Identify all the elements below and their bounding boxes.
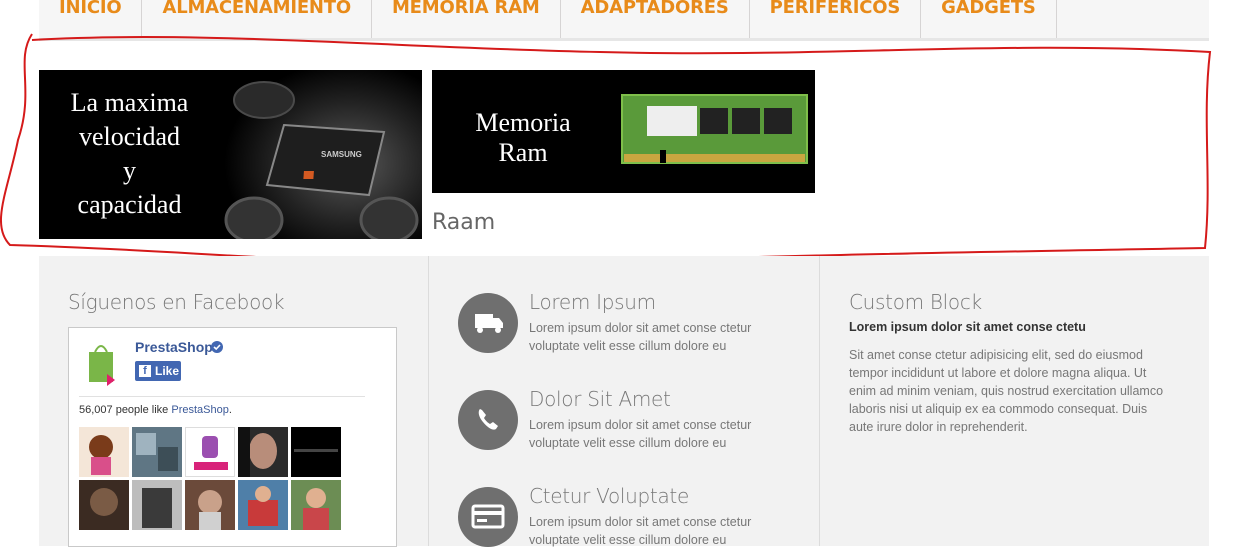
like-label: Like (155, 364, 180, 378)
fan-avatar[interactable] (79, 480, 129, 530)
fan-avatar[interactable] (185, 427, 235, 477)
nav-item-perifericos[interactable]: PERIFERICOS (750, 0, 922, 38)
ram-banner[interactable]: Memoria Ram (432, 70, 815, 193)
nav-label: INICIO (59, 0, 122, 18)
ssd-banner[interactable]: SAMSUNG La maxima velocidad y capacidad (39, 70, 422, 239)
ssd-brand-label: SAMSUNG (321, 150, 362, 159)
fan-avatar[interactable] (291, 480, 341, 530)
fan-avatar[interactable] (185, 480, 235, 530)
verified-badge-icon (211, 341, 223, 353)
column-divider (428, 256, 429, 546)
banner-line: La maxima (70, 88, 189, 117)
banner-line: Memoria (475, 108, 571, 137)
nav-label: PERIFERICOS (769, 0, 901, 18)
fan-avatar[interactable] (132, 427, 182, 477)
banner-line: velocidad (78, 122, 181, 151)
nav-item-adaptadores[interactable]: ADAPTADORES (561, 0, 750, 38)
nav-item-almacenamiento[interactable]: ALMACENAMIENTO (142, 0, 372, 38)
feature-title: Dolor Sit Amet (529, 387, 671, 411)
nav-item-gadgets[interactable]: GADGETS (921, 0, 1057, 38)
feature-icon-circle (458, 293, 518, 353)
like-count-link[interactable]: PrestaShop (171, 404, 228, 416)
feature-title: Ctetur Voluptate (529, 484, 689, 508)
nav-item-inicio[interactable]: INICIO (39, 0, 143, 38)
banner-line: y (123, 156, 136, 185)
feature-text: Lorem ipsum dolor sit amet conse ctetur … (529, 321, 752, 353)
truck-icon (475, 314, 503, 333)
custom-block-subtitle: Lorem ipsum dolor sit amet conse ctetu (849, 320, 1086, 334)
fan-avatar[interactable] (238, 480, 288, 530)
nav-label: GADGETS (941, 0, 1036, 18)
banner-caption: Raam (432, 210, 496, 235)
banner-headline: Memoria Ram (448, 108, 598, 168)
banner-headline: La maxima velocidad y capacidad (47, 86, 212, 222)
like-count: 56,007 people like PrestaShop. (79, 404, 232, 416)
feature-icon-circle (458, 390, 518, 450)
nav-item-memoria-ram[interactable]: MEMORIA RAM (372, 0, 561, 38)
nav-label: ADAPTADORES (580, 0, 729, 18)
banner-line: Ram (498, 138, 548, 167)
fan-avatar[interactable] (238, 427, 288, 477)
facebook-title: Síguenos en Facebook (68, 290, 285, 314)
facebook-f-icon: f (139, 365, 151, 377)
prestashop-logo-icon (89, 345, 115, 386)
like-count-end: . (228, 404, 232, 416)
nav-label: ALMACENAMIENTO (162, 0, 351, 18)
facebook-page-link[interactable]: PrestaShop (135, 339, 213, 355)
banner-line: capacidad (77, 190, 182, 219)
phone-icon (478, 409, 498, 430)
column-divider (819, 256, 820, 546)
feature-text: Lorem ipsum dolor sit amet conse ctetur … (529, 418, 752, 450)
top-menu: INICIO ALMACENAMIENTO MEMORIA RAM ADAPTA… (39, 0, 1209, 41)
credit-card-icon (471, 504, 505, 529)
divider (79, 396, 365, 397)
fan-avatar[interactable] (132, 480, 182, 530)
fan-avatar[interactable] (79, 427, 129, 477)
facebook-like-box: PrestaShop f Like 56,007 people like Pre… (68, 327, 397, 547)
feature-title: Lorem Ipsum (529, 290, 656, 314)
nav-label: MEMORIA RAM (391, 0, 540, 18)
custom-block-text: Sit amet conse ctetur adipisicing elit, … (849, 348, 1164, 434)
feature-icon-circle (458, 487, 518, 547)
feature-text: Lorem ipsum dolor sit amet conse ctetur … (529, 515, 752, 547)
facebook-like-button[interactable]: f Like (135, 361, 181, 381)
custom-block-title: Custom Block (849, 290, 982, 314)
like-count-text: 56,007 people like (79, 404, 172, 416)
fan-avatar[interactable] (291, 427, 341, 477)
